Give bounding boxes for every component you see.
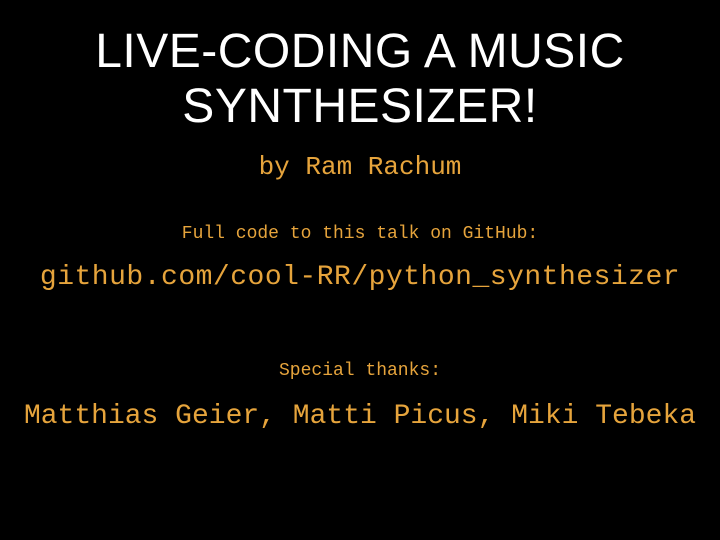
thanks-names: Matthias Geier, Matti Picus, Miki Tebeka	[24, 401, 696, 432]
code-note: Full code to this talk on GitHub:	[182, 224, 538, 244]
author-line: by Ram Rachum	[259, 152, 462, 182]
thanks-label: Special thanks:	[279, 361, 441, 381]
github-repo: github.com/cool-RR/python_synthesizer	[40, 262, 680, 293]
slide-title: LIVE-CODING A MUSIC SYNTHESIZER!	[0, 24, 720, 134]
